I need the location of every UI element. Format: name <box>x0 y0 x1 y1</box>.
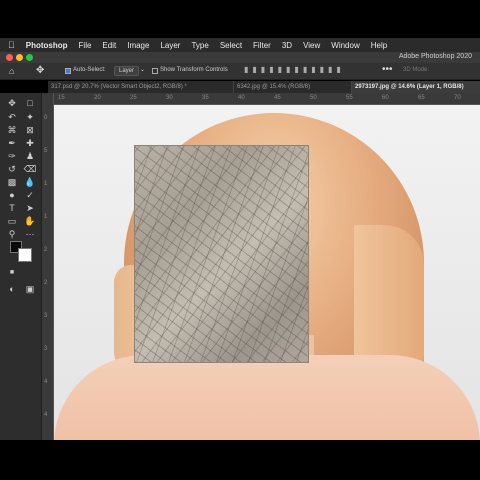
type-tool-icon[interactable]: T <box>5 202 19 214</box>
ruler-tick: 35 <box>202 95 209 101</box>
auto-select-label: Auto-Select: <box>73 67 106 73</box>
chevron-down-icon[interactable]: ⌄ <box>140 66 145 73</box>
ruler-tick: 4 <box>44 379 48 385</box>
eraser-tool-icon[interactable]: ⌫ <box>23 163 37 175</box>
lasso-tool-icon[interactable]: ↶ <box>5 111 19 123</box>
menu-view[interactable]: View <box>303 41 320 50</box>
screen-mode-icon[interactable]: ▣ <box>23 283 37 295</box>
tab-document-3-active[interactable]: 2973197.jpg @ 14.6% (Layer 1, RGB/8) <box>351 81 480 93</box>
rectangle-tool-icon[interactable]: ▭ <box>5 215 19 227</box>
move-tool-icon[interactable]: ✥ <box>5 97 19 109</box>
close-window-button[interactable] <box>6 54 13 61</box>
letterbox-bottom <box>0 440 480 480</box>
photo-shoulders <box>54 355 480 440</box>
healing-brush-tool-icon[interactable]: ✚ <box>23 137 37 149</box>
document-canvas[interactable] <box>54 105 480 440</box>
ruler-tick: 0 <box>44 115 48 121</box>
path-select-tool-icon[interactable]: ➤ <box>23 202 37 214</box>
menu-image[interactable]: Image <box>127 41 149 50</box>
ruler-tick: 1 <box>44 181 48 187</box>
ruler-tick: 60 <box>382 95 389 101</box>
tab-document-2[interactable]: 6342.jpg @ 15.4% (RGB/8) <box>233 81 351 93</box>
ruler-tick: 40 <box>238 95 245 101</box>
menu-edit[interactable]: Edit <box>102 41 116 50</box>
menu-select[interactable]: Select <box>220 41 242 50</box>
stamp-tool-icon[interactable]: ♟ <box>23 150 37 162</box>
ruler-tick: 15 <box>58 95 65 101</box>
default-colors-icon[interactable]: ■ <box>5 267 19 279</box>
auto-select-target-dropdown[interactable]: Layer <box>114 66 140 76</box>
tools-panel: ✥ □ ↶ ✦ ⌘ ⊠ ✒ ✚ ✑ ♟ ↺ ⌫ ▩ 💧 ● ✓ T ➤ ▭ ✋ … <box>0 93 42 440</box>
auto-select-checkbox[interactable] <box>65 68 71 74</box>
gradient-tool-icon[interactable]: ▩ <box>5 176 19 188</box>
ruler-tick: 2 <box>44 280 48 286</box>
ruler-tick: 2 <box>44 247 48 253</box>
show-transform-checkbox[interactable] <box>152 68 158 74</box>
crop-tool-icon[interactable]: ⌘ <box>5 124 19 136</box>
background-color-swatch[interactable] <box>18 248 32 262</box>
marquee-tool-icon[interactable]: □ <box>23 97 37 109</box>
tab-document-1[interactable]: 317.psd @ 20.7% (Vector Smart Object2, R… <box>48 81 233 93</box>
ruler-tick: 30 <box>166 95 173 101</box>
window-title: Adobe Photoshop 2020 <box>398 53 472 60</box>
menu-filter[interactable]: Filter <box>253 41 271 50</box>
ruler-tick: 45 <box>274 95 281 101</box>
3d-mode-label: 3D Mode: <box>403 67 430 73</box>
menu-type[interactable]: Type <box>191 41 208 50</box>
dodge-tool-icon[interactable]: ● <box>5 189 19 201</box>
hand-tool-icon[interactable]: ✋ <box>23 215 37 227</box>
show-transform-label: Show Transform Controls <box>160 67 228 73</box>
ruler-tick: 25 <box>130 95 137 101</box>
letterbox-top <box>0 0 480 38</box>
ruler-tick: 20 <box>94 95 101 101</box>
home-icon[interactable]: ⌂ <box>9 66 14 76</box>
menu-window[interactable]: Window <box>331 41 359 50</box>
quick-select-tool-icon[interactable]: ✦ <box>23 111 37 123</box>
quick-mask-icon[interactable]: ◐ <box>5 283 19 295</box>
zoom-window-button[interactable] <box>26 54 33 61</box>
ruler-tick: 50 <box>310 95 317 101</box>
zoom-tool-icon[interactable]: ⚲ <box>5 228 19 240</box>
move-tool-icon[interactable]: ✥ <box>36 65 44 76</box>
frame-tool-icon[interactable]: ⊠ <box>23 124 37 136</box>
more-options-icon[interactable]: ••• <box>382 64 393 75</box>
blur-tool-icon[interactable]: 💧 <box>23 176 37 188</box>
brush-tool-icon[interactable]: ✑ <box>5 150 19 162</box>
eyedropper-tool-icon[interactable]: ✒ <box>5 137 19 149</box>
document-tabs: 317.psd @ 20.7% (Vector Smart Object2, R… <box>48 81 480 93</box>
ruler-tick: 3 <box>44 313 48 319</box>
cracked-earth-texture-layer[interactable] <box>134 145 309 363</box>
minimize-window-button[interactable] <box>16 54 23 61</box>
menu-layer[interactable]: Layer <box>160 41 180 50</box>
options-bar: ⌂ ✥ Auto-Select: Layer ⌄ Show Transform … <box>0 63 480 80</box>
ruler-tick: 5 <box>44 148 48 154</box>
ruler-tick: 65 <box>418 95 425 101</box>
ruler-tick: 4 <box>44 412 48 418</box>
vertical-ruler: 0 5 1 1 2 2 3 3 4 4 <box>42 93 54 440</box>
menu-file[interactable]: File <box>79 41 92 50</box>
menu-bar:  Photoshop File Edit Image Layer Type S… <box>0 38 480 52</box>
align-distribute-icons[interactable]: ▮▮▮▮▮▮▮▮▮▮▮▮ <box>244 65 345 74</box>
window-title-bar: Adobe Photoshop 2020 <box>0 52 480 63</box>
menu-help[interactable]: Help <box>371 41 387 50</box>
pen-tool-icon[interactable]: ✓ <box>23 189 37 201</box>
menu-3d[interactable]: 3D <box>282 41 292 50</box>
ruler-tick: 55 <box>346 95 353 101</box>
apple-icon[interactable]:  <box>8 40 15 50</box>
horizontal-ruler: 15 20 25 30 35 40 45 50 55 60 65 70 <box>48 93 480 105</box>
more-tools-icon[interactable]: ⋯ <box>23 228 37 240</box>
history-brush-tool-icon[interactable]: ↺ <box>5 163 19 175</box>
ruler-tick: 1 <box>44 214 48 220</box>
menu-app-name[interactable]: Photoshop <box>26 41 68 50</box>
ruler-tick: 70 <box>454 95 461 101</box>
ruler-tick: 3 <box>44 346 48 352</box>
